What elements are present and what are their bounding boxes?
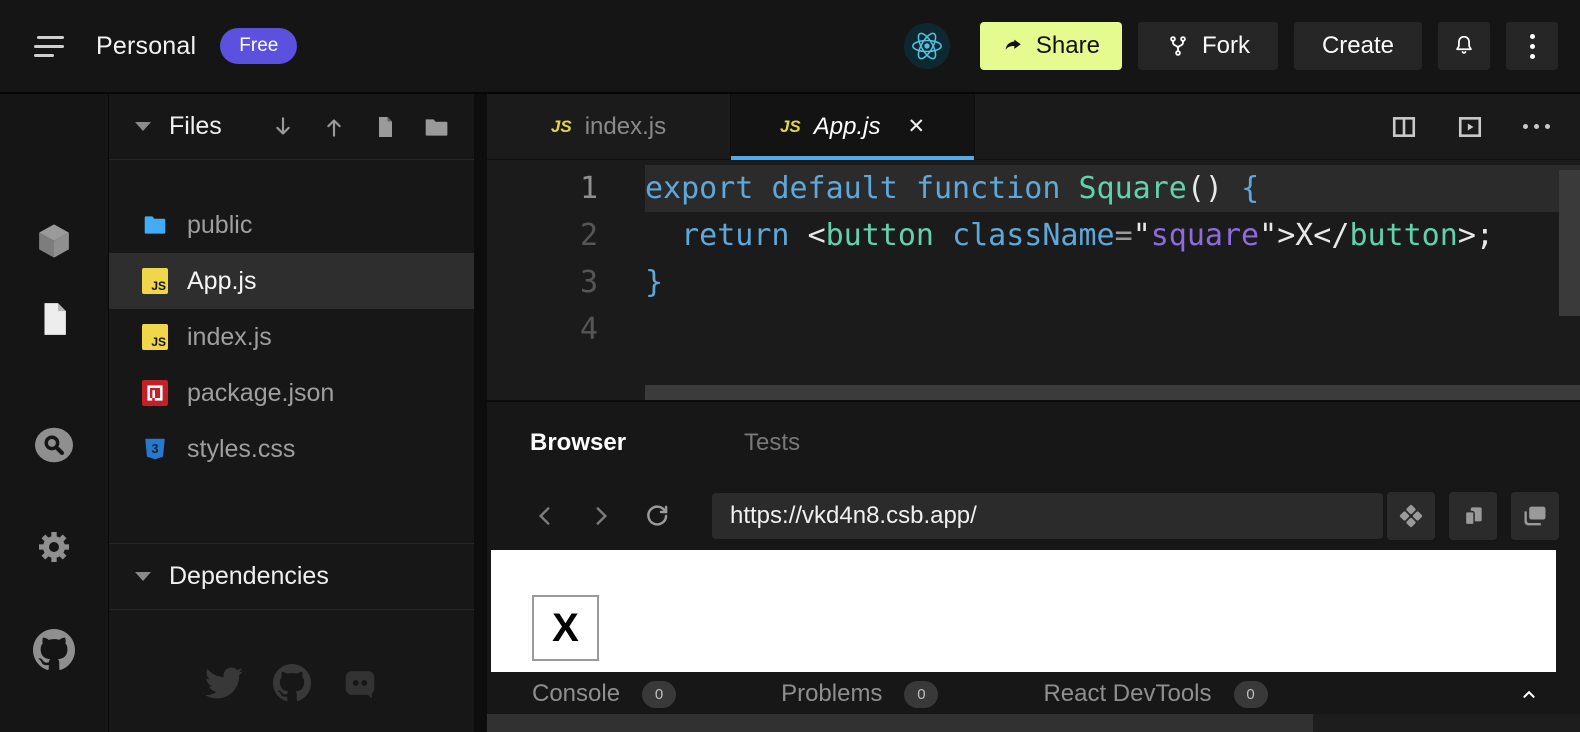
browser-url-row xyxy=(487,483,1580,548)
file-list: public JS App.js JS index.js package.jso… xyxy=(109,197,474,477)
tab-browser[interactable]: Browser xyxy=(530,429,626,457)
fork-button[interactable]: Fork xyxy=(1138,22,1278,70)
browser-tabs: Browser Tests xyxy=(487,402,1580,483)
js-icon: JS xyxy=(551,117,572,137)
svg-text:3: 3 xyxy=(151,441,158,456)
share-button[interactable]: Share xyxy=(980,22,1122,70)
npm-file-icon xyxy=(142,380,168,406)
tab-app-js[interactable]: JS App.js ✕ xyxy=(731,94,975,159)
console-tab[interactable]: Console 0 xyxy=(532,680,676,708)
share-arrow-icon xyxy=(1002,35,1024,57)
file-explorer-icon[interactable] xyxy=(31,296,77,342)
browser-horizontal-scrollbar xyxy=(487,714,1580,732)
github-icon[interactable] xyxy=(31,627,77,673)
chevron-up-icon[interactable] xyxy=(1518,683,1540,705)
discord-icon[interactable] xyxy=(340,663,380,703)
file-row-styles-css[interactable]: 3 styles.css xyxy=(109,421,474,477)
file-row-app-js[interactable]: JS App.js xyxy=(109,253,474,309)
chevron-down-icon xyxy=(135,122,151,131)
react-devtools-tab[interactable]: React DevTools 0 xyxy=(1043,680,1267,708)
problems-tab[interactable]: Problems 0 xyxy=(781,680,938,708)
browser-actions xyxy=(1387,492,1559,540)
new-folder-icon[interactable] xyxy=(422,113,450,141)
count-badge: 0 xyxy=(1234,681,1268,708)
download-arrow-icon[interactable] xyxy=(269,113,297,141)
forward-icon[interactable] xyxy=(586,501,616,531)
close-tab-icon[interactable]: ✕ xyxy=(907,114,925,139)
new-file-icon[interactable] xyxy=(371,113,399,141)
kebab-menu-button[interactable] xyxy=(1506,22,1558,70)
url-input[interactable] xyxy=(712,493,1383,539)
fork-icon xyxy=(1166,34,1190,58)
kebab-menu-icon xyxy=(1530,34,1535,59)
files-section-header[interactable]: Files xyxy=(109,94,474,160)
file-row-index-js[interactable]: JS index.js xyxy=(109,309,474,365)
codesandbox-app: Personal Free Share xyxy=(0,0,1580,732)
duplicate-preview-button[interactable] xyxy=(1449,492,1497,540)
create-button[interactable]: Create xyxy=(1294,22,1422,70)
preview-frame: X xyxy=(491,550,1556,672)
css-file-icon: 3 xyxy=(142,436,168,462)
console-bar: Console 0 Problems 0 React DevTools 0 xyxy=(487,672,1580,716)
code-editor[interactable]: 1export default function Square() {2 ret… xyxy=(487,160,1580,400)
javascript-file-icon: JS xyxy=(142,268,168,294)
code-line[interactable]: 2 return <button className="square">X</b… xyxy=(487,212,1580,259)
open-preview-icon[interactable] xyxy=(1457,114,1483,140)
plan-badge: Free xyxy=(220,28,297,64)
files-panel: Files public xyxy=(108,94,474,732)
square-button[interactable]: X xyxy=(532,595,599,661)
file-row-public[interactable]: public xyxy=(109,197,474,253)
upload-arrow-icon[interactable] xyxy=(320,113,348,141)
github-social-icon[interactable] xyxy=(272,663,312,703)
social-links xyxy=(109,634,474,732)
bell-icon xyxy=(1451,33,1477,59)
sandbox-cube-icon[interactable] xyxy=(31,218,77,264)
code-lines: 1export default function Square() {2 ret… xyxy=(487,165,1580,353)
code-line[interactable]: 3} xyxy=(487,259,1580,306)
dependencies-section-header[interactable]: Dependencies xyxy=(109,543,474,610)
more-options-icon[interactable] xyxy=(1523,124,1550,129)
workbench: JS index.js JS App.js ✕ 1export default … xyxy=(487,94,1580,732)
count-badge: 0 xyxy=(642,681,676,708)
hamburger-menu-icon[interactable] xyxy=(34,33,68,59)
refresh-icon[interactable] xyxy=(642,501,672,531)
deployment-rocket-icon[interactable] xyxy=(31,727,77,732)
editor-vertical-scrollbar[interactable] xyxy=(1559,170,1580,316)
chevron-down-icon xyxy=(135,572,151,581)
count-badge: 0 xyxy=(904,681,938,708)
file-row-package-json[interactable]: package.json xyxy=(109,365,474,421)
editor-tab-actions xyxy=(1391,94,1580,159)
header-actions: Share Fork Create xyxy=(904,22,1558,70)
search-icon[interactable] xyxy=(31,422,77,468)
notifications-bell-button[interactable] xyxy=(1438,22,1490,70)
workspace-name[interactable]: Personal xyxy=(96,32,196,61)
js-icon: JS xyxy=(780,117,801,137)
twitter-icon[interactable] xyxy=(204,663,244,703)
editor-tabbar: JS index.js JS App.js ✕ xyxy=(487,94,1580,160)
browser-pane: Browser Tests xyxy=(487,400,1580,732)
split-view-icon[interactable] xyxy=(1391,114,1417,140)
tab-tests[interactable]: Tests xyxy=(744,429,800,457)
activity-rail xyxy=(0,94,108,732)
panel-resize-gutter[interactable] xyxy=(474,94,487,732)
code-line[interactable]: 4 xyxy=(487,306,1580,353)
tab-index-js[interactable]: JS index.js xyxy=(487,94,731,159)
editor-horizontal-scrollbar[interactable] xyxy=(645,385,1580,400)
files-title: Files xyxy=(169,112,222,141)
top-header: Personal Free Share xyxy=(0,0,1580,94)
back-icon[interactable] xyxy=(530,501,560,531)
open-new-window-button[interactable] xyxy=(1511,492,1559,540)
react-logo-icon[interactable] xyxy=(904,23,950,69)
scrollbar-thumb[interactable] xyxy=(487,714,1313,732)
settings-gear-icon[interactable] xyxy=(31,524,77,570)
code-line[interactable]: 1export default function Square() { xyxy=(487,165,1580,212)
preview-settings-button[interactable] xyxy=(1387,492,1435,540)
javascript-file-icon: JS xyxy=(142,324,168,350)
folder-icon xyxy=(142,212,168,238)
